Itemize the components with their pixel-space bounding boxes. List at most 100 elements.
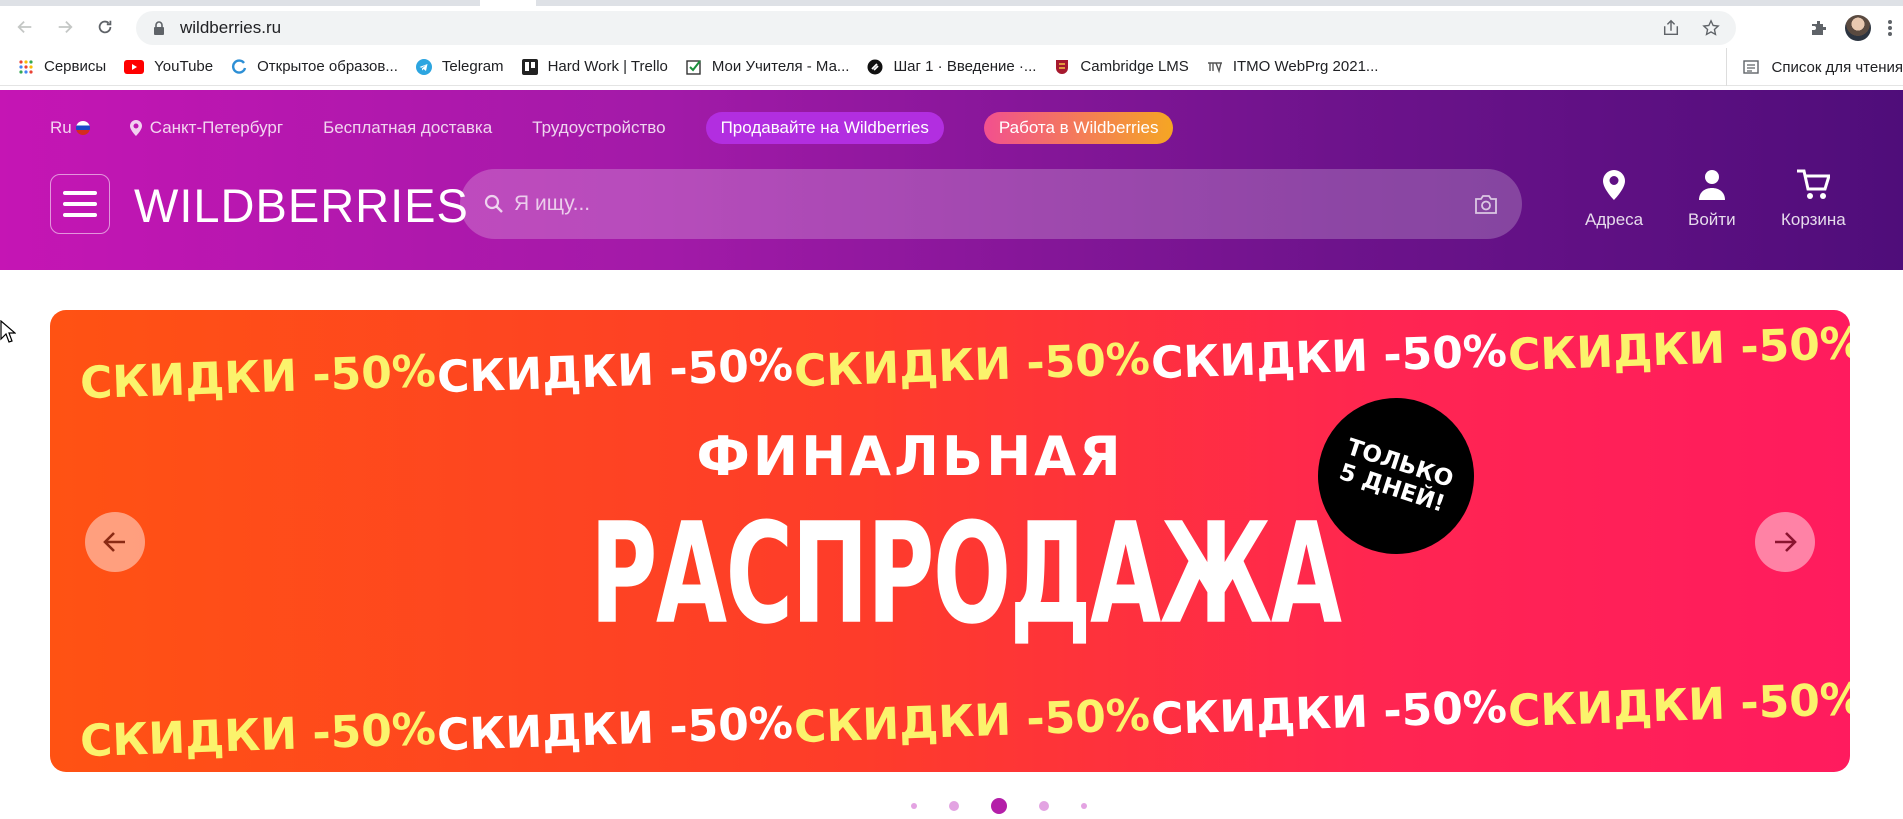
promo-discount-text: СКИДКИ -50% — [1507, 673, 1850, 738]
search-placeholder: Я ищу... — [514, 192, 591, 215]
cart-button[interactable]: Корзина — [1781, 168, 1846, 230]
top-nav: Ru Санкт-Петербург Бесплатная доставка Т… — [50, 112, 1213, 144]
bookmarks-bar: Сервисы YouTube Открытое образов... Tele… — [0, 48, 1903, 86]
burger-line — [63, 191, 97, 195]
jobs-link[interactable]: Трудоустройство — [532, 118, 665, 138]
burger-line — [63, 213, 97, 217]
arrow-left-icon — [103, 532, 125, 552]
bookmark-cambridge[interactable]: Cambridge LMS — [1054, 58, 1189, 75]
kebab-menu-icon[interactable] — [1887, 18, 1893, 38]
cart-label: Корзина — [1781, 210, 1846, 229]
main-content: СКИДКИ -50% СКИДКИ -50% СКИДКИ -50% СКИД… — [0, 270, 1898, 819]
lock-icon — [154, 21, 164, 35]
language-selector[interactable]: Ru — [50, 118, 90, 138]
bookmark-teachers[interactable]: Мои Учителя - Ма... — [686, 58, 850, 75]
reading-list-icon — [1743, 60, 1760, 74]
carousel-next-button[interactable] — [1755, 512, 1815, 572]
carousel-pagination — [50, 798, 1903, 814]
promo-discount-text: СКИДКИ -50% — [793, 333, 1151, 398]
search-input[interactable]: Я ищу... — [460, 169, 1522, 239]
free-delivery-link[interactable]: Бесплатная доставка — [323, 118, 492, 138]
promo-discount-text: СКИДКИ -50% — [1150, 681, 1508, 746]
bookmark-label: Telegram — [441, 58, 504, 75]
promo-discount-text: СКИДКИ -50% — [436, 697, 794, 762]
user-icon — [1698, 170, 1725, 200]
city-label: Санкт-Петербург — [149, 118, 284, 137]
language-label: Ru — [50, 118, 72, 137]
address-bar[interactable]: wildberries.ru — [136, 11, 1736, 45]
arrow-right-icon — [58, 20, 73, 34]
bookmark-label: ITMO WebPrg 2021... — [1232, 58, 1379, 75]
reading-list[interactable]: Список для чтения — [1726, 48, 1903, 86]
wildberries-logo[interactable]: WILDBERRIES — [134, 178, 469, 233]
burger-line — [63, 202, 97, 206]
promo-discount-text: СКИДКИ -50% — [793, 689, 1151, 754]
login-button[interactable]: Войти — [1688, 168, 1736, 230]
work-at-wildberries-button[interactable]: Работа в Wildberries — [983, 112, 1174, 144]
location-pin-icon — [1603, 170, 1626, 200]
profile-avatar[interactable] — [1845, 15, 1871, 41]
promo-discount-text: СКИДКИ -50% — [436, 339, 794, 404]
bookmark-label: Открытое образов... — [257, 58, 398, 75]
bookmark-services[interactable]: Сервисы — [18, 58, 106, 75]
bookmark-youtube[interactable]: YouTube — [124, 58, 213, 75]
bookmark-label: Сервисы — [44, 58, 107, 75]
reading-list-label: Список для чтения — [1771, 58, 1903, 76]
bookmark-open-education[interactable]: Открытое образов... — [231, 58, 398, 75]
bookmark-stepik[interactable]: Шаг 1 · Введение ·... — [867, 58, 1036, 75]
trello-icon — [521, 58, 538, 75]
browser-toolbar: wildberries.ru — [0, 6, 1903, 48]
location-pin-icon — [129, 120, 142, 136]
city-selector[interactable]: Санкт-Петербург — [129, 118, 284, 138]
carousel-dot[interactable] — [949, 801, 959, 811]
carousel-dot[interactable] — [911, 803, 917, 809]
url-text[interactable]: wildberries.ru — [180, 18, 281, 38]
stepik-icon — [867, 59, 883, 74]
promo-discount-text: СКИДКИ -50% — [1507, 317, 1850, 382]
apps-grid-icon — [19, 59, 33, 74]
cambridge-shield-icon — [1056, 59, 1069, 74]
reload-icon — [98, 20, 112, 34]
star-icon[interactable] — [1702, 19, 1720, 37]
search-icon — [484, 194, 503, 213]
telegram-icon — [415, 58, 432, 75]
extensions-puzzle-icon[interactable] — [1809, 18, 1829, 38]
forward-button[interactable] — [50, 12, 80, 42]
login-label: Войти — [1688, 210, 1736, 229]
bookmark-label: Мои Учителя - Ма... — [711, 58, 850, 75]
reload-button[interactable] — [90, 12, 120, 42]
bookmark-label: Шаг 1 · Введение ·... — [893, 58, 1037, 75]
checkbox-icon — [686, 59, 701, 75]
arrow-right-icon — [1775, 532, 1797, 552]
banner-headline-big: РАСПРОДАЖА — [590, 492, 1342, 655]
addresses-label: Адреса — [1585, 210, 1644, 229]
carousel-dot-active[interactable] — [991, 798, 1007, 814]
share-icon[interactable] — [1662, 19, 1680, 37]
promo-discount-text: СКИДКИ -50% — [79, 345, 437, 410]
cart-icon — [1797, 169, 1831, 199]
banner-headline-small: ФИНАЛЬНАЯ — [696, 425, 1124, 488]
bookmark-telegram[interactable]: Telegram — [415, 58, 504, 75]
sell-on-wildberries-button[interactable]: Продавайте на Wildberries — [705, 112, 944, 144]
bookmark-label: Cambridge LMS — [1080, 58, 1189, 75]
russia-flag-icon — [75, 121, 90, 135]
promo-discount-text: СКИДКИ -50% — [79, 703, 437, 768]
arrow-left-icon — [17, 20, 32, 34]
mouse-cursor-icon — [0, 320, 16, 343]
bookmark-trello[interactable]: Hard Work | Trello — [521, 58, 668, 75]
carousel-dot[interactable] — [1081, 803, 1087, 809]
bookmark-label: YouTube — [154, 58, 214, 75]
promo-banner[interactable]: СКИДКИ -50% СКИДКИ -50% СКИДКИ -50% СКИД… — [50, 310, 1850, 772]
addresses-button[interactable]: Адреса — [1585, 168, 1643, 230]
promo-discount-text: СКИДКИ -50% — [1150, 325, 1508, 390]
carousel-dot[interactable] — [1039, 801, 1049, 811]
itmo-icon — [1207, 61, 1222, 73]
bookmark-label: Hard Work | Trello — [547, 58, 668, 75]
site-header: Ru Санкт-Петербург Бесплатная доставка Т… — [0, 90, 1903, 270]
back-button[interactable] — [10, 12, 40, 42]
bookmark-itmo[interactable]: ITMO WebPrg 2021... — [1207, 58, 1379, 75]
carousel-prev-button[interactable] — [85, 512, 145, 572]
camera-icon[interactable] — [1474, 193, 1498, 215]
youtube-icon — [124, 59, 145, 74]
menu-burger-button[interactable] — [50, 174, 110, 234]
